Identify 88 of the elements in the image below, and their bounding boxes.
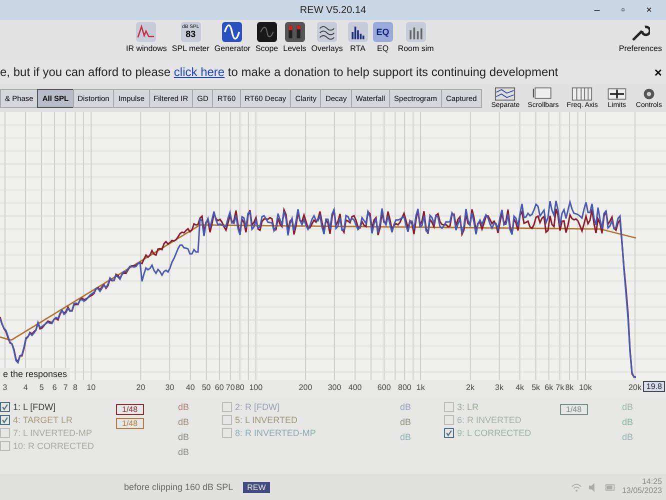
checkbox[interactable]	[222, 402, 232, 412]
tool-icon	[606, 87, 628, 101]
checkbox[interactable]	[0, 441, 10, 451]
graph-hint-text: e the responses	[0, 368, 70, 380]
close-button[interactable]: ×	[650, 64, 666, 80]
window-control-button[interactable]: ×	[636, 0, 662, 20]
axis-tick-label: 70	[226, 383, 235, 392]
toolbar-button[interactable]: Overlays	[309, 20, 345, 60]
tool-icon	[222, 22, 242, 42]
frequency-readout: 19.8	[643, 381, 665, 392]
trace-label[interactable]: 1: L [FDW]	[13, 402, 56, 412]
tool-icon	[571, 87, 594, 101]
unit-label: dB	[400, 432, 412, 442]
tool-icon	[256, 22, 277, 42]
axis-tick-label: 2k	[466, 383, 474, 392]
checkbox[interactable]	[0, 415, 10, 425]
axis-tick-label: 300	[328, 383, 342, 392]
axis-tick-label: 20	[136, 383, 146, 392]
toolbar-button[interactable]: Scope	[253, 20, 280, 60]
unit-label: dB	[178, 447, 190, 457]
unit-label: dB	[400, 402, 412, 412]
checkbox[interactable]	[444, 402, 454, 412]
axis-tick-label: 100	[249, 383, 263, 392]
axis-tick-label: 7k	[556, 383, 564, 392]
wifi-icon[interactable]	[570, 482, 582, 492]
toolbar-button[interactable]: RTA	[346, 20, 370, 60]
axis-tick-label: 7	[63, 383, 68, 392]
axis-tick-label: 20k	[628, 383, 642, 392]
preferences-button[interactable]: Preferences	[616, 20, 664, 60]
tool-icon	[532, 87, 554, 101]
axis-tick-label: 3	[2, 383, 8, 392]
unit-label: dB	[400, 417, 412, 427]
tool-icon	[348, 22, 368, 42]
axis-tick-label: 5	[39, 383, 44, 392]
checkbox[interactable]	[0, 402, 10, 412]
toolbar-button[interactable]: Levels	[281, 20, 308, 60]
donation-link[interactable]: click here	[174, 65, 225, 79]
clock-time: 14:25	[642, 478, 662, 487]
axis-tick-label: 50	[202, 383, 211, 392]
unit-label: dB	[622, 402, 634, 412]
axis-tick-label: 6k	[544, 383, 554, 392]
status-text: before clipping 160 dB SPL	[124, 482, 234, 492]
axis-tick-label: 6	[52, 383, 57, 392]
tool-icon	[284, 22, 305, 42]
toolbar-button[interactable]: IR windows	[124, 20, 169, 60]
axis-tick-label: 40	[186, 383, 195, 392]
window-control-button[interactable]: –	[584, 0, 610, 20]
unit-label: dB	[178, 417, 190, 427]
smoothing-button[interactable]: 1/48	[116, 404, 144, 415]
axis-tick-label: 60	[214, 383, 224, 392]
axis-tick-label: 30	[165, 383, 174, 392]
axis-tick-label: 400	[348, 383, 362, 392]
clock-date: 13/05/2023	[622, 487, 662, 496]
window-control-button[interactable]: ▫	[610, 0, 636, 20]
axis-tick-label: 200	[298, 383, 312, 392]
unit-label: dB	[178, 402, 190, 412]
unit-label: dB	[622, 432, 634, 442]
taskbar-app-button[interactable]: REW	[243, 482, 270, 492]
axis-tick-label: 80	[235, 383, 244, 392]
axis-tick-label: 5k	[532, 383, 540, 392]
axis-tick-label: 1k	[416, 383, 425, 392]
axis-tick-label: 10k	[578, 383, 592, 392]
axis-tick-label: 3k	[495, 383, 504, 392]
window-title: REW V5.20.14	[300, 4, 366, 16]
axis-tick-label: 800	[398, 383, 412, 392]
checkbox[interactable]	[0, 428, 10, 438]
checkbox[interactable]	[222, 415, 232, 425]
axis-tick-label: 600	[377, 383, 391, 392]
unit-label: dB	[622, 417, 634, 427]
checkbox[interactable]	[222, 428, 232, 438]
tool-icon: EQ	[372, 22, 393, 42]
toolbar-button[interactable]: Generator	[212, 20, 252, 60]
toolbar-button[interactable]: Room sim	[396, 20, 436, 60]
axis-tick-label: 4	[23, 383, 28, 392]
tool-icon	[136, 22, 156, 42]
checkbox[interactable]	[444, 428, 454, 438]
axis-tick-label: 8k	[565, 383, 574, 392]
battery-icon[interactable]	[604, 482, 616, 492]
tool-icon	[406, 22, 426, 42]
axis-tick-label: 10	[86, 383, 96, 392]
tool-icon	[494, 87, 516, 101]
unit-label: dB	[178, 432, 190, 442]
tool-icon	[317, 22, 338, 42]
checkbox[interactable]	[444, 415, 454, 425]
toolbar-button[interactable]: EQ EQ	[370, 20, 395, 60]
axis-tick-label: 4k	[516, 383, 524, 392]
axis-tick-label: 8	[72, 383, 78, 392]
donation-message: e, but if you can afford to please click here to make a donation to help support its continuing development	[0, 65, 558, 79]
